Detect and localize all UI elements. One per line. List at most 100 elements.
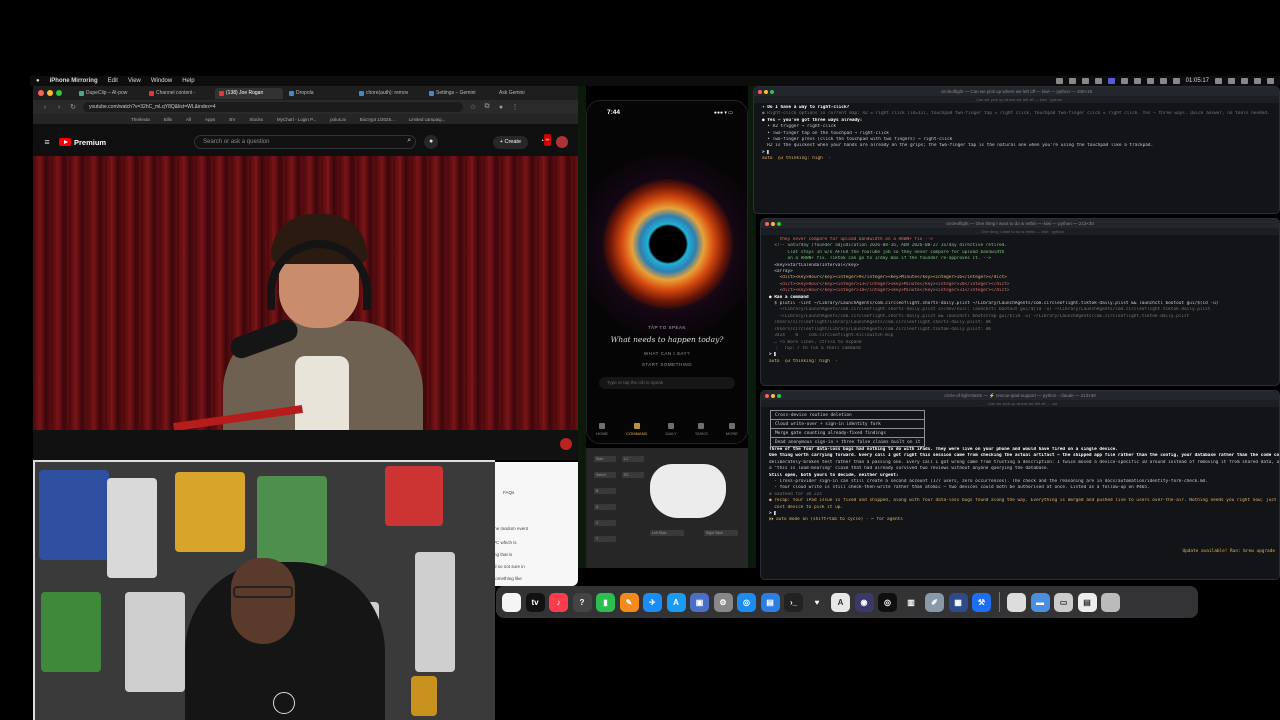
side-panel-text[interactable]: FAQs	[503, 490, 514, 495]
start-something-button[interactable]: START SOMETHING	[587, 362, 747, 367]
xcode-simulator-icon[interactable]: ▣	[690, 592, 709, 612]
bookmark-item[interactable]: Stocks	[249, 117, 263, 122]
chatgpt-icon[interactable]: ◎	[878, 592, 897, 612]
minimize-window-button[interactable]	[47, 90, 53, 96]
controller-key[interactable]: L1	[622, 456, 644, 462]
forward-icon[interactable]: ›	[55, 104, 63, 111]
bookmark-item[interactable]: BV	[229, 117, 235, 122]
status-icon[interactable]	[1159, 78, 1167, 84]
what-can-i-say-button[interactable]: WHAT CAN I SAY?	[587, 351, 747, 356]
bookmark-item[interactable]: Biocrypt 1/2025...	[360, 117, 395, 122]
notifications-bell-icon[interactable]: ◔ 9+	[536, 134, 551, 148]
finder-files-icon[interactable]: ▤	[760, 592, 780, 612]
terminal-titlebar[interactable]: circleoflight — Can we pick up where we …	[754, 87, 1279, 96]
youtube-logo[interactable]: Premium	[59, 138, 106, 147]
testflight-icon[interactable]: ✈	[643, 592, 662, 612]
folder-icon[interactable]: ▬	[1030, 592, 1050, 612]
close-window-button[interactable]	[765, 221, 769, 226]
status-icon[interactable]	[1146, 78, 1154, 84]
bookmark-star-icon[interactable]: ☆	[469, 103, 477, 111]
affinity-icon[interactable]: A	[831, 592, 850, 612]
activity-monitor-icon[interactable]: ♥	[807, 592, 827, 612]
image-capture-icon[interactable]: ▭	[1054, 592, 1073, 612]
controller-key[interactable]: Y	[594, 536, 616, 542]
browser-tab[interactable]: Channel content -	[145, 88, 213, 99]
controller-key[interactable]: A	[594, 504, 616, 510]
bookmark-item[interactable]: All	[186, 117, 191, 122]
controller-key[interactable]: Select	[594, 472, 616, 478]
terminal-tab[interactable]: … Can we pick up where we left off — kiw…	[754, 96, 1279, 103]
extensions-icon[interactable]: ⧉	[483, 103, 491, 111]
browser-tab[interactable]: chore(auth): remov	[355, 88, 423, 99]
siri-icon[interactable]	[1267, 78, 1274, 84]
bookmark-item[interactable]: polus.ai	[330, 117, 346, 122]
terminal-titlebar[interactable]: circleoflight — One thing I want to do i…	[761, 219, 1279, 228]
minimize-window-button[interactable]	[771, 221, 775, 226]
status-icon[interactable]	[1094, 78, 1102, 84]
controller-key[interactable]: X	[594, 520, 616, 526]
obs-icon[interactable]: ◉	[854, 592, 874, 612]
menu-help[interactable]: Help	[182, 78, 194, 84]
tab-more[interactable]: MORE	[726, 419, 738, 443]
status-icon[interactable]	[1120, 78, 1128, 84]
control-center-icon[interactable]	[1254, 78, 1261, 84]
tab-daily[interactable]: DAILY	[666, 419, 677, 443]
document-icon[interactable]	[1007, 592, 1026, 612]
bookmark-item[interactable]: MyChart - Login P...	[277, 117, 316, 122]
tab-tasks[interactable]: TASKS	[695, 419, 708, 443]
menu-edit[interactable]: Edit	[108, 78, 118, 84]
status-icon[interactable]	[1055, 78, 1063, 84]
status-icon[interactable]	[1133, 78, 1141, 84]
search-icon[interactable]: ⌕	[407, 137, 411, 145]
reload-icon[interactable]: ↻	[69, 103, 77, 111]
music-icon[interactable]: ♪	[549, 592, 568, 612]
controller-key[interactable]: Right Stick	[704, 530, 738, 536]
zoom-window-button[interactable]	[777, 393, 781, 398]
terminal-window[interactable]: circleoflight — Can we pick up where we …	[753, 86, 1280, 214]
bookmark-item[interactable]: Threlexta	[131, 117, 150, 122]
profile-icon[interactable]: ●	[497, 104, 505, 111]
tips-icon[interactable]: ?	[572, 592, 592, 612]
minimize-window-button[interactable]	[771, 393, 775, 398]
app-store-icon[interactable]: A	[666, 592, 686, 612]
controller-key[interactable]: Start	[594, 456, 616, 462]
apple-icon[interactable]: ●	[36, 78, 40, 84]
pages-icon[interactable]: ✎	[619, 592, 639, 612]
numbers-icon[interactable]: ▮	[596, 592, 615, 612]
zoom-window-button[interactable]	[777, 221, 781, 226]
instruments-icon[interactable]: ▥	[901, 592, 921, 612]
voice-orb-button[interactable]	[603, 179, 733, 309]
xcode-icon[interactable]: ⚒	[972, 592, 991, 612]
terminal-icon[interactable]: ›_	[784, 592, 803, 612]
url-input[interactable]: youtube.com/watch?v=32hC_mLqY8Q&list=WL&…	[83, 102, 463, 112]
controller-key[interactable]: R1	[622, 472, 644, 478]
terminal-tab[interactable]: … One thing I want to do is rethin — kiw…	[761, 228, 1279, 235]
wifi-icon[interactable]	[1228, 78, 1235, 84]
bookmark-item[interactable]: Limited campaig...	[409, 117, 446, 122]
close-window-button[interactable]	[38, 90, 44, 96]
bookmark-item[interactable]: Apps	[205, 117, 215, 122]
menubar-clock[interactable]: 01:05:17	[1186, 78, 1209, 84]
tab-command[interactable]: COMMAND	[626, 419, 647, 443]
youtube-search-input[interactable]: Search or ask a question ⌕	[194, 135, 417, 149]
tab-home[interactable]: HOME	[596, 419, 608, 443]
status-icon[interactable]	[1172, 78, 1180, 84]
menubar-app-name[interactable]: iPhone Mirroring	[50, 78, 98, 84]
terminal-window[interactable]: circle-of-light-ttests — ⚡ rescue-ipad-s…	[760, 390, 1280, 580]
avatar[interactable]	[556, 136, 568, 148]
apple-tv-icon[interactable]: tv	[525, 592, 545, 612]
notes-icon[interactable]	[502, 592, 521, 612]
browser-tab-active[interactable]: (138) Joe Rogan	[215, 87, 283, 99]
terminal-titlebar[interactable]: circle-of-light-ttests — ⚡ rescue-ipad-s…	[761, 391, 1279, 400]
iphone-mirror-window[interactable]: 7:44 ●●● ▾ ▭ TAP TO SPEAK What needs to …	[586, 100, 748, 444]
zoom-window-button[interactable]	[56, 90, 62, 96]
search-icon[interactable]	[1241, 78, 1248, 84]
phone-command-input[interactable]: Type or tap the orb to speak	[599, 377, 735, 389]
status-icon[interactable]	[1107, 78, 1115, 84]
preview-icon[interactable]: ▤	[1077, 592, 1097, 612]
menu-window[interactable]: Window	[151, 78, 172, 84]
battery-icon[interactable]	[1215, 78, 1222, 84]
safari-icon[interactable]: ◎	[737, 592, 756, 612]
browser-tab[interactable]: DupeClip – AI-pow	[75, 88, 143, 99]
voice-search-icon[interactable]: ●	[424, 135, 439, 149]
